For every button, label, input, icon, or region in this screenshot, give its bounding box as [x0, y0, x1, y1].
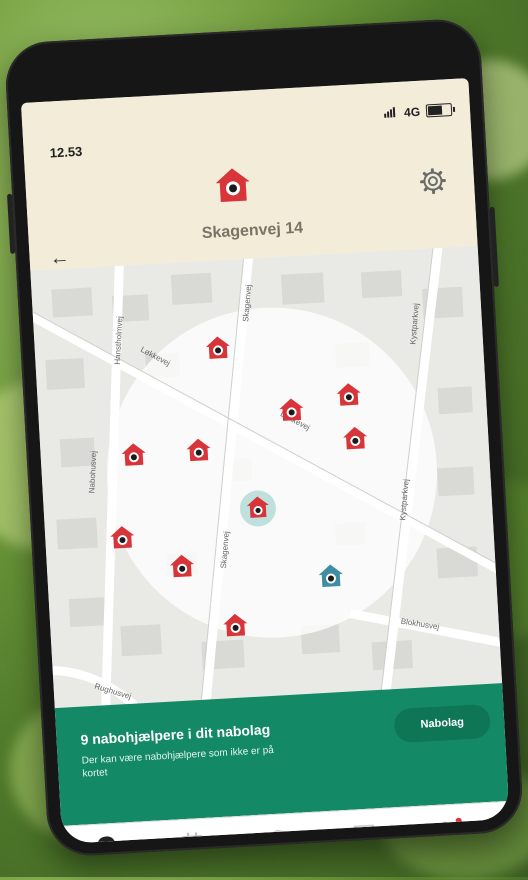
tab-help[interactable]: ?	[343, 815, 385, 844]
tab-map[interactable]	[86, 829, 128, 844]
app-header: 12.53 4G ← Skagenvej 14	[21, 78, 478, 271]
banner-title: 9 nabohjælpere i dit nabolag	[80, 721, 270, 748]
neighborhood-map[interactable]: Skagenvej Løkkevej Løkkevej Nabohusvej K…	[30, 246, 502, 710]
phone-side-button	[489, 207, 498, 287]
phone-frame: 12.53 4G ← Skagenvej 14	[4, 17, 525, 857]
neighbor-helper-pin[interactable]	[168, 552, 195, 579]
tab-calendar[interactable]: 2	[172, 825, 214, 844]
neighbor-helper-pin[interactable]	[335, 380, 362, 407]
page-title: Skagenvej 14	[28, 210, 476, 253]
map-pin-icon	[96, 835, 117, 844]
signal-icon	[384, 105, 399, 118]
neighbor-helper-pin[interactable]	[120, 441, 147, 468]
house-icon	[212, 164, 254, 206]
calendar-icon: 2	[180, 831, 205, 844]
battery-icon	[426, 103, 453, 117]
phone-side-button	[7, 194, 15, 254]
neighbor-helper-pin[interactable]	[278, 396, 305, 423]
chat-question-icon: ?	[352, 821, 377, 844]
svg-text:?: ?	[361, 828, 368, 839]
neighbor-helper-pin[interactable]	[109, 523, 136, 550]
network-type: 4G	[404, 105, 421, 120]
other-location-pin[interactable]	[317, 562, 344, 589]
gear-icon[interactable]	[419, 167, 446, 194]
banner-subtitle: Der kan være nabohjælpere som ikke er på…	[81, 744, 282, 781]
tab-alarm[interactable]	[257, 820, 299, 844]
my-home-pin[interactable]	[239, 489, 277, 527]
neighbor-helper-pin[interactable]	[341, 424, 368, 451]
neighbor-helper-pin[interactable]	[185, 436, 212, 463]
app-screen: 12.53 4G ← Skagenvej 14	[21, 78, 510, 844]
alarm-bell-icon	[266, 826, 291, 844]
neighbor-helper-pin[interactable]	[222, 611, 249, 638]
status-time: 12.53	[49, 144, 82, 161]
neighborhood-button[interactable]: Nabolag	[393, 704, 491, 743]
neighbor-helper-pin[interactable]	[204, 334, 231, 361]
